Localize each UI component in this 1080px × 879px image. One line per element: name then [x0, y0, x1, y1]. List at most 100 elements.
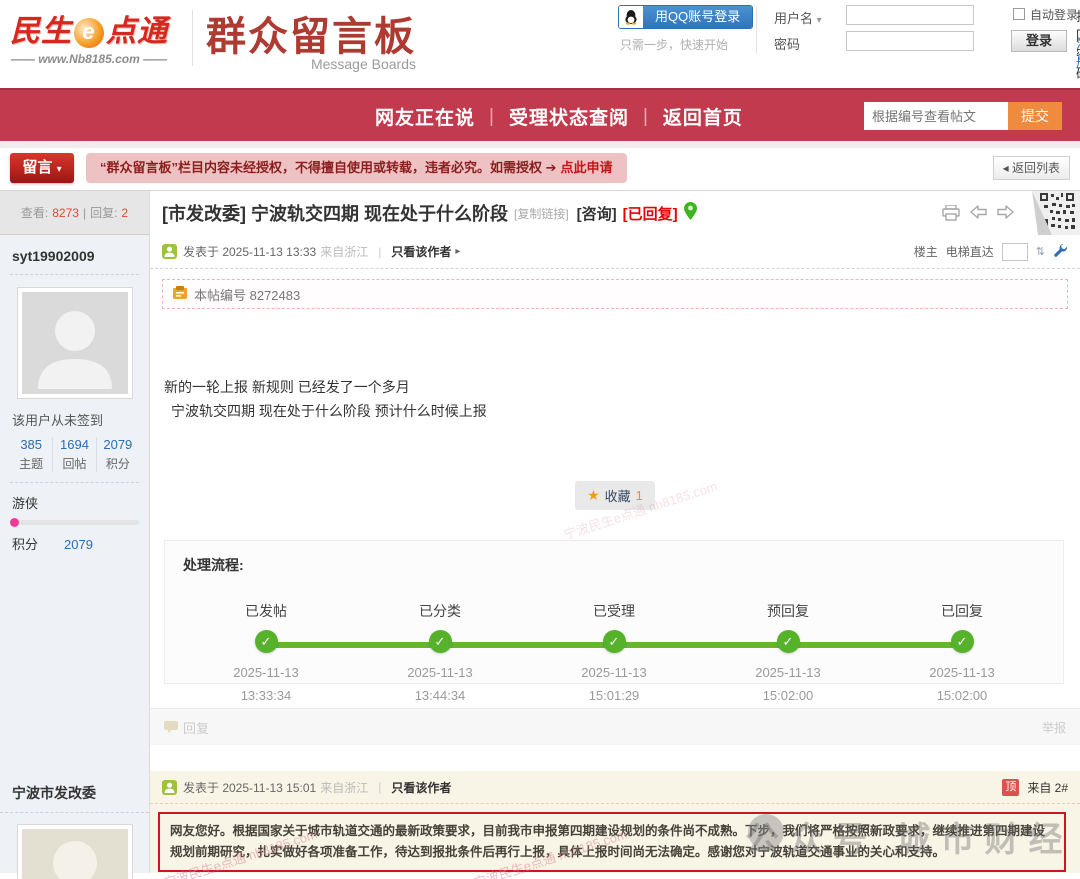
report-button[interactable]: 举报 [1042, 719, 1066, 736]
post1-author-panel: syt19902009 该用户从未签到 385 主题 1694 回帖 2079 [0, 235, 149, 553]
post1-avatar[interactable] [18, 288, 132, 398]
score-label: 积分 [12, 537, 38, 552]
official-reply-box: 网友您好。根据国家关于城市轨道交通的最新政策要求，目前我市申报第四期建设规划的条… [158, 812, 1066, 872]
avatar-silhouette-icon [30, 297, 120, 389]
step-time: 13:33:34 [201, 688, 331, 703]
stat-points[interactable]: 2079 积分 [97, 437, 139, 472]
search-submit-button[interactable]: 提交 [1008, 102, 1062, 130]
apply-authorization-link[interactable]: 点此申请 [561, 160, 613, 175]
next-thread-icon[interactable] [997, 205, 1014, 226]
nav-link-home[interactable]: 返回首页 [663, 103, 743, 130]
updown-arrows-icon[interactable]: ⇅ [1036, 245, 1045, 258]
auto-login-checkbox[interactable] [1013, 8, 1025, 20]
nav-separator: | [643, 106, 649, 128]
post2-meta-row: 发表于 2025-11-13 15:01 来自浙江 | 只看该作者 顶 来自 2… [150, 771, 1080, 804]
post2-author-name[interactable]: 宁波市发改委 [0, 771, 149, 813]
stat-topics-label: 主题 [10, 455, 52, 472]
board-title: 群众留言板 [206, 4, 416, 62]
username-input[interactable] [846, 5, 974, 25]
post-number-box: 本帖编号 8272483 [162, 279, 1068, 309]
nav-link-now-talking[interactable]: 网友正在说 [375, 103, 475, 130]
post-number-text: 本帖编号 8272483 [194, 285, 300, 304]
thread-status-badge: [已回复] [623, 203, 678, 224]
reply-button[interactable]: 回复 [164, 718, 209, 737]
stat-points-label: 积分 [97, 455, 139, 472]
post-number-icon [173, 286, 187, 302]
logo-brand2: 点通 [106, 15, 168, 48]
elevator-jump-button[interactable]: 电梯直达 [946, 243, 994, 260]
post1-meta-row: 发表于 2025-11-13 13:33 来自浙江 | 只看该作者 ▸ 楼主 电… [150, 235, 1080, 269]
rank-progress-bar [10, 520, 139, 525]
title-toolbar [942, 205, 1014, 226]
process-step-accepted: 已受理 ✓ 2025-11-13 15:01:29 [549, 601, 679, 703]
main-nav: 网友正在说 | 受理状态查阅 | 返回首页 提交 [0, 88, 1080, 141]
views-replies-counter: 查看: 8273 | 回复: 2 [0, 191, 149, 235]
process-flow-title: 处理流程: [183, 555, 1045, 575]
process-step-classified: 已分类 ✓ 2025-11-13 13:44:34 [375, 601, 505, 703]
print-icon[interactable] [942, 205, 960, 226]
meta-separator: | [378, 780, 381, 794]
site-logo[interactable]: 民生e点通 —— www.Nb8185.com —— [10, 6, 168, 66]
post1-meta-tools: 楼主 电梯直达 ⇅ [914, 243, 1068, 261]
post2-location: 来自浙江 [320, 779, 368, 796]
prev-thread-icon[interactable] [970, 205, 987, 226]
copy-link-button[interactable]: [复制链接] [514, 205, 569, 222]
location-pin-icon[interactable] [684, 202, 697, 225]
password-label: 密码 [774, 34, 800, 53]
post1-author-name[interactable]: syt19902009 [10, 235, 139, 275]
manage-wrench-icon[interactable] [1053, 243, 1068, 261]
post2-sidebar: 宁波市发改委 [0, 771, 150, 873]
process-step-posted: 已发帖 ✓ 2025-11-13 13:33:34 [201, 601, 331, 703]
replies-count: 2 [121, 206, 128, 220]
favorite-row: ★ 收藏 1 [150, 481, 1080, 510]
score-line: 积分 2079 [10, 534, 139, 553]
post1-message: 新的一轮上报 新规则 已经发了一个多月 宁波轨交四期 现在处于什么阶段 预计什么… [164, 375, 1066, 423]
site-header: 民生e点通 —— www.Nb8185.com —— 群众留言板 Message… [0, 0, 1080, 88]
process-step-prereply: 预回复 ✓ 2025-11-13 15:02:00 [723, 601, 853, 703]
post1-timestamp: 发表于 2025-11-13 13:33 [183, 243, 316, 260]
thread-main: 查看: 8273 | 回复: 2 syt19902009 该用户从未签到 385… [0, 190, 1080, 771]
elevator-floor-input[interactable] [1002, 243, 1028, 261]
stat-topics[interactable]: 385 主题 [10, 437, 53, 472]
step-label: 预回复 [723, 601, 853, 621]
step-label: 已受理 [549, 601, 679, 621]
favorite-count: 1 [636, 488, 643, 503]
qq-login-button[interactable]: 用QQ账号登录 [618, 5, 753, 29]
register-link[interactable]: 注册 [1076, 33, 1080, 71]
step-date: 2025-11-13 [897, 665, 1027, 680]
post2-meta-tools: 顶 来自 2# [1002, 779, 1068, 796]
nav-link-status-check[interactable]: 受理状态查阅 [509, 103, 629, 130]
score-value: 2079 [64, 537, 93, 552]
username-label[interactable]: 用户名 ▾ [774, 8, 822, 27]
stat-topics-value: 385 [10, 437, 52, 452]
board-logo: 群众留言板 Message Boards [206, 4, 416, 72]
thread-title: [市发改委] 宁波轨交四期 现在处于什么阶段 [162, 200, 508, 226]
step-label: 已发帖 [201, 601, 331, 621]
stat-replies-value: 1694 [53, 437, 95, 452]
step-time: 15:01:29 [549, 688, 679, 703]
stat-replies[interactable]: 1694 回帖 [53, 437, 96, 472]
post1-content-column: [市发改委] 宁波轨交四期 现在处于什么阶段 [复制链接] [咨询] [已回复] [150, 191, 1080, 771]
message-menu-button[interactable]: 留言 ▾ [10, 153, 74, 183]
back-to-list-button[interactable]: ◂ 返回列表 [993, 156, 1070, 180]
step-check-icon: ✓ [429, 630, 452, 653]
only-author-button[interactable]: 只看该作者 [391, 779, 451, 796]
qr-code[interactable] [1032, 191, 1080, 235]
logo-url: —— www.Nb8185.com —— [10, 52, 168, 66]
top-badge[interactable]: 顶 [1002, 779, 1019, 796]
only-author-button[interactable]: 只看该作者 [391, 243, 451, 260]
logo-text: 民生e点通 [10, 6, 168, 50]
post1-sidebar: 查看: 8273 | 回复: 2 syt19902009 该用户从未签到 385… [0, 191, 150, 771]
rank-progress-dot [10, 518, 19, 527]
password-input[interactable] [846, 31, 974, 51]
post-id-search-input[interactable] [864, 102, 1008, 130]
step-label: 已分类 [375, 601, 505, 621]
nav-links: 网友正在说 | 受理状态查阅 | 返回首页 [375, 90, 743, 143]
login-button[interactable]: 登录 [1011, 30, 1067, 52]
author-rank: 游侠 [10, 493, 139, 512]
post2-avatar[interactable] [18, 825, 132, 879]
post-id-search: 提交 [864, 102, 1062, 130]
step-check-icon: ✓ [951, 630, 974, 653]
favorite-button[interactable]: ★ 收藏 1 [575, 481, 655, 510]
reply-icon [164, 721, 178, 733]
